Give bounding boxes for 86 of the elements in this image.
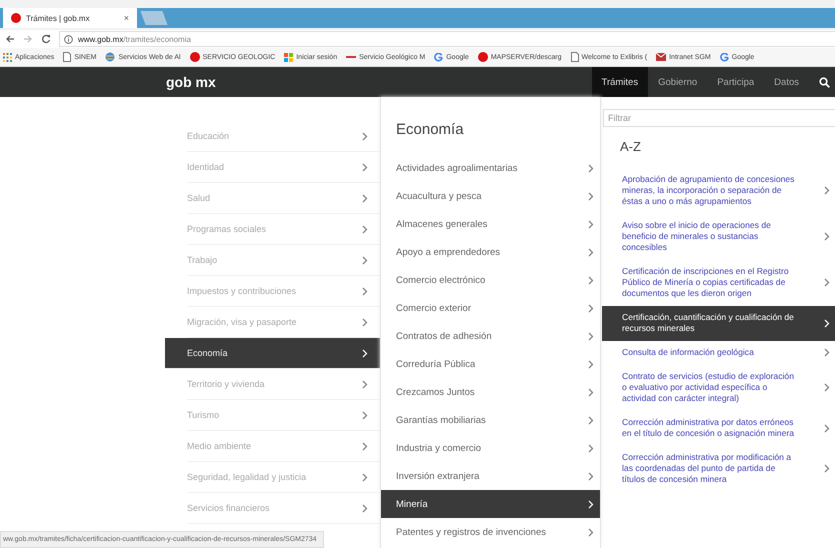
subcategory-item[interactable]: Minería bbox=[381, 490, 600, 518]
chevron-icon bbox=[824, 186, 830, 195]
chevron-icon bbox=[362, 410, 368, 420]
subcategory-item[interactable]: Comercio electrónico bbox=[381, 266, 600, 294]
nav-link[interactable]: Participa bbox=[707, 67, 764, 97]
circle-favicon-icon bbox=[478, 52, 488, 62]
subcategory-item[interactable]: Acuacultura y pesca bbox=[381, 182, 600, 210]
favicon-icon bbox=[11, 13, 21, 23]
address-bar[interactable]: www.gob.mx/tramites/economia bbox=[59, 31, 835, 47]
chevron-icon bbox=[588, 360, 594, 368]
chevron-icon bbox=[588, 472, 594, 480]
chevron-icon bbox=[588, 500, 594, 508]
chevron-icon bbox=[588, 276, 594, 284]
section-heading: Economía bbox=[395, 120, 465, 140]
subcategory-item[interactable]: Patentes y registros de invenciones bbox=[381, 518, 600, 546]
chevron-icon bbox=[362, 472, 368, 482]
chevron-icon bbox=[588, 528, 594, 536]
chevron-icon bbox=[362, 256, 368, 264]
subcategory-item[interactable]: Actividades agroalimentarias bbox=[381, 154, 600, 182]
envelope-icon bbox=[656, 53, 666, 61]
close-tab-button[interactable]: × bbox=[124, 13, 129, 23]
chevron-icon bbox=[588, 388, 594, 396]
chevron-icon bbox=[362, 132, 368, 140]
nav-link[interactable]: Gobierno bbox=[648, 67, 708, 97]
chevron-icon bbox=[588, 192, 594, 200]
windows-logo-icon bbox=[284, 52, 294, 62]
procedure-link[interactable]: Corrección administrativa por datos erróneos en el título de concesión o asignación minera bbox=[603, 411, 835, 446]
subcategory-item[interactable]: Contratos de adhesión bbox=[381, 322, 600, 350]
procedure-link[interactable]: Aprobación de agrupamiento de concesiones mineras, la incorporación o separación de éstas a uno o más agrupamientos bbox=[603, 168, 835, 214]
procedure-link[interactable]: Certificación, cuantificación y cualificación de recursos minerales bbox=[602, 306, 835, 341]
search-icon[interactable] bbox=[819, 76, 830, 88]
back-icon[interactable] bbox=[5, 34, 15, 44]
chevron-icon bbox=[588, 416, 594, 424]
chevron-icon bbox=[588, 304, 594, 312]
subcategory-item[interactable]: Almacenes generales bbox=[381, 210, 600, 238]
subcategory-item[interactable]: Comercio exterior bbox=[381, 294, 600, 322]
subcategory-item[interactable]: Correduría Pública bbox=[381, 350, 600, 378]
category-item[interactable]: Economía bbox=[165, 338, 380, 369]
chevron-icon bbox=[362, 504, 368, 512]
chevron-icon bbox=[588, 332, 594, 340]
subcategory-item[interactable]: Inversión extranjera bbox=[381, 462, 600, 490]
chevron-icon bbox=[588, 164, 594, 172]
globe-icon bbox=[105, 52, 116, 62]
list-heading: A-Z bbox=[619, 138, 642, 156]
dash-icon bbox=[346, 55, 356, 59]
browser-tab[interactable]: Trámites | gob.mx × bbox=[0, 8, 137, 28]
page-icon bbox=[63, 52, 72, 62]
procedure-link[interactable]: Aviso sobre el inicio de operaciones de beneficio de minerales o sustancias concesibles bbox=[603, 214, 835, 260]
procedure-link[interactable]: Contrato de servicios (estudio de exploración o evaluativo por actividad específica o actividad con carácter integral) bbox=[603, 365, 835, 411]
subcategory-item[interactable]: Crezcamos Juntos bbox=[381, 378, 600, 406]
filter-field[interactable]: Filtrar bbox=[603, 109, 835, 127]
chevron-icon bbox=[362, 380, 368, 388]
nav-link[interactable]: Trámites bbox=[592, 67, 648, 97]
chevron-icon bbox=[824, 232, 830, 241]
subcategory-item[interactable]: Industria y comercio bbox=[381, 434, 600, 462]
chevron-icon bbox=[824, 383, 830, 392]
chevron-icon bbox=[588, 220, 594, 228]
chevron-icon bbox=[824, 424, 830, 432]
chevron-icon bbox=[588, 248, 594, 256]
subcategory-item[interactable]: Garantías mobiliarias bbox=[381, 406, 600, 434]
circle-favicon-icon bbox=[190, 52, 200, 62]
google-g-icon bbox=[720, 52, 729, 62]
procedure-link[interactable]: Certificación de inscripciones en el Registro Público de Minería o copias certificadas de documentos que les dieron origen bbox=[603, 260, 835, 306]
chevron-icon bbox=[824, 318, 830, 328]
chevron-icon bbox=[588, 444, 594, 452]
page-icon bbox=[570, 52, 578, 62]
chevron-icon bbox=[824, 348, 830, 357]
chevron-icon bbox=[824, 278, 830, 287]
chevron-icon bbox=[362, 162, 368, 172]
url-text: www.gob.mx/tramites/economia bbox=[78, 34, 191, 44]
procedure-link[interactable]: Consulta de información geológica bbox=[603, 341, 835, 365]
chevron-icon bbox=[362, 442, 368, 450]
chevron-icon bbox=[362, 194, 368, 202]
chevron-icon bbox=[362, 224, 368, 234]
info-icon bbox=[64, 34, 73, 44]
chevron-icon bbox=[362, 286, 368, 296]
reload-icon[interactable] bbox=[41, 34, 51, 44]
chevron-icon bbox=[824, 464, 830, 473]
google-g-icon bbox=[434, 52, 444, 62]
nav-link[interactable]: Datos bbox=[764, 67, 809, 97]
site-logo[interactable]: gob mx bbox=[166, 74, 216, 90]
chevron-icon bbox=[362, 348, 368, 358]
apps-grid-icon bbox=[3, 52, 12, 62]
procedure-link[interactable]: Corrección administrativa por modificación a las coordenadas del punto de partida de títulos de concesión minera bbox=[603, 446, 835, 492]
subcategory-item[interactable]: Apoyo a emprendedores bbox=[381, 238, 600, 266]
chevron-icon bbox=[362, 318, 368, 326]
